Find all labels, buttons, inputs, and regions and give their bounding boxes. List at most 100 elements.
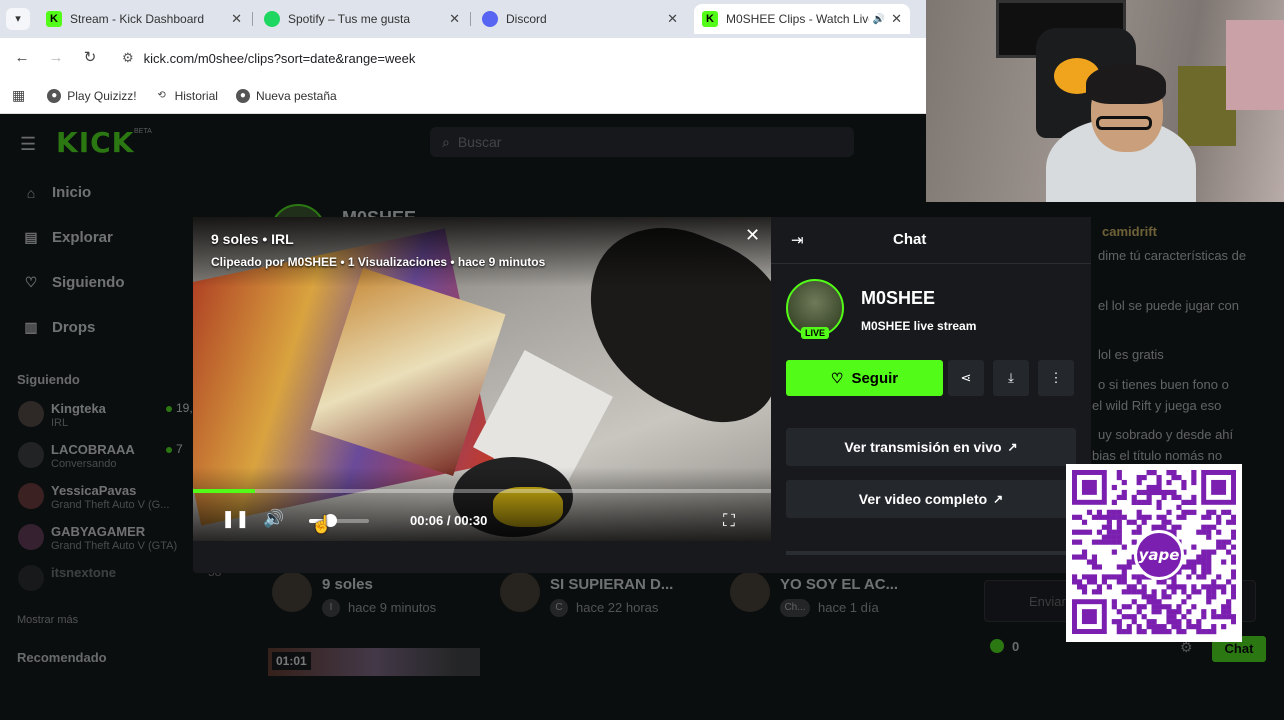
watch-full-label: Ver video completo bbox=[858, 491, 988, 507]
clip-title: 9 soles • IRL bbox=[211, 231, 294, 247]
clip-card[interactable]: 9 soles I hace 9 minutos bbox=[272, 566, 492, 626]
clip-thumbnail[interactable]: 01:01 bbox=[268, 648, 480, 676]
avatar bbox=[730, 572, 770, 612]
menu-icon[interactable]: ☰ bbox=[20, 134, 36, 155]
address-bar[interactable]: ⚙ kick.com/m0shee/clips?sort=date&range=… bbox=[112, 43, 922, 73]
tab-title: Stream - Kick Dashboard bbox=[70, 12, 205, 26]
screen: ▾ Stream - Kick Dashboard ✕ Spotify – Tu… bbox=[0, 0, 1284, 720]
apps-grid-icon[interactable]: ▦ bbox=[12, 87, 25, 104]
channel-name: itsnextone bbox=[51, 565, 117, 580]
clip-card[interactable]: YO SOY EL AC... Ch... hace 1 día bbox=[730, 566, 950, 626]
clip-category-badge: I bbox=[322, 599, 340, 617]
live-dot bbox=[166, 406, 172, 412]
share-icon: ⋖ bbox=[960, 370, 972, 385]
channel-category: IRL bbox=[51, 417, 69, 429]
viewer-count: 19, bbox=[176, 401, 193, 415]
external-link-icon: ↗ bbox=[1007, 440, 1018, 454]
channel-name: LACOBRAAA bbox=[51, 442, 135, 457]
video-progress-bar[interactable] bbox=[193, 489, 771, 493]
browser-tab-m0shee-clips[interactable]: M0SHEE Clips - Watch Live 🔊 ✕ bbox=[694, 4, 910, 34]
webcam-frame bbox=[1096, 116, 1152, 130]
share-button[interactable]: ⋖ bbox=[948, 360, 984, 396]
tab-search-chevron-icon[interactable]: ▾ bbox=[6, 8, 30, 30]
watch-live-button[interactable]: Ver transmisión en vivo ↗ bbox=[786, 428, 1076, 466]
video-progress-fill bbox=[193, 489, 255, 493]
sidebar-item-inicio[interactable]: ⌂ Inicio bbox=[22, 184, 91, 201]
sidebar-item-drops[interactable]: ▥ Drops bbox=[22, 319, 95, 336]
live-badge: LIVE bbox=[801, 327, 830, 339]
forward-arrow-icon[interactable]: → bbox=[46, 48, 66, 68]
tab-close-icon[interactable]: ✕ bbox=[667, 11, 678, 27]
clip-card[interactable]: SI SUPIERAN D... C hace 22 horas bbox=[500, 566, 720, 626]
fullscreen-icon[interactable]: ⛶ bbox=[723, 511, 735, 531]
channel-category: Grand Theft Auto V (GTA) bbox=[51, 540, 178, 552]
tab-close-icon[interactable]: ✕ bbox=[449, 11, 460, 27]
more-vertical-icon: ⋮ bbox=[1049, 370, 1063, 385]
tab-close-icon[interactable]: ✕ bbox=[231, 11, 242, 27]
bookmark-play-quizizz[interactable]: ● Play Quizizz! bbox=[47, 88, 137, 103]
avatar bbox=[18, 565, 44, 591]
sidebar-item-explorar[interactable]: ▤ Explorar bbox=[22, 229, 112, 246]
clip-title: SI SUPIERAN D... bbox=[550, 576, 674, 593]
site-settings-icon[interactable]: ⚙ bbox=[122, 50, 134, 66]
kick-icon bbox=[46, 11, 62, 27]
speaker-icon[interactable]: 🔊 bbox=[873, 14, 885, 25]
channel-name: YessicaPavas bbox=[51, 483, 137, 498]
show-more-link[interactable]: Mostrar más bbox=[17, 614, 78, 626]
clip-time: hace 9 minutos bbox=[348, 600, 437, 615]
avatar bbox=[272, 572, 312, 612]
kick-points-icon[interactable] bbox=[990, 639, 1004, 653]
pause-icon[interactable]: ❚❚ bbox=[221, 509, 250, 529]
avatar bbox=[18, 442, 44, 468]
divider bbox=[771, 263, 1091, 264]
external-link-icon: ↗ bbox=[993, 492, 1004, 506]
kick-top-bar: ☰ KICK BETA ⌕ Buscar bbox=[0, 114, 926, 170]
bookmark-label: Historial bbox=[174, 88, 218, 103]
panel-bottom-bar bbox=[786, 551, 1076, 555]
search-input[interactable]: ⌕ Buscar bbox=[430, 127, 854, 157]
yape-qr-code: yape bbox=[1066, 464, 1242, 642]
search-placeholder: Buscar bbox=[457, 134, 502, 150]
clip-category-badge: C bbox=[550, 599, 568, 617]
download-button[interactable]: ⤓ bbox=[993, 360, 1029, 396]
back-arrow-icon[interactable]: ← bbox=[12, 48, 32, 68]
discord-icon bbox=[482, 11, 498, 27]
tab-title: Discord bbox=[506, 12, 547, 26]
sidebar-item-label: Inicio bbox=[52, 184, 92, 201]
kick-icon bbox=[702, 11, 718, 27]
bookmark-historial[interactable]: ⟲ Historial bbox=[155, 89, 218, 103]
reload-icon[interactable]: ↻ bbox=[80, 48, 100, 68]
follow-button[interactable]: ♡ Seguir bbox=[786, 360, 943, 396]
channel-name[interactable]: M0SHEE bbox=[861, 288, 935, 309]
more-options-button[interactable]: ⋮ bbox=[1038, 360, 1074, 396]
sidebar-item-siguiendo[interactable]: ♡ Siguiendo bbox=[22, 274, 125, 291]
bookmark-label: Nueva pestaña bbox=[255, 88, 337, 103]
mouse-cursor-icon: ☝ bbox=[311, 515, 333, 534]
browser-tab-bar: ▾ Stream - Kick Dashboard ✕ Spotify – Tu… bbox=[0, 0, 926, 38]
viewer-count: 7 bbox=[176, 442, 183, 456]
avatar bbox=[18, 524, 44, 550]
chat-username[interactable]: camidrift bbox=[1102, 224, 1157, 239]
browser-tab-discord[interactable]: Discord ✕ bbox=[474, 4, 686, 34]
collapse-panel-icon[interactable]: ⇥ bbox=[791, 231, 804, 249]
heart-icon: ♡ bbox=[830, 369, 844, 386]
address-url: kick.com/m0shee/clips?sort=date&range=we… bbox=[143, 50, 416, 66]
watch-full-video-button[interactable]: Ver video completo ↗ bbox=[786, 480, 1076, 518]
search-icon: ⌕ bbox=[442, 133, 450, 150]
browser-tab-kick-dashboard[interactable]: Stream - Kick Dashboard ✕ bbox=[38, 4, 250, 34]
avatar bbox=[500, 572, 540, 612]
recommended-heading: Recomendado bbox=[17, 650, 107, 665]
kick-logo[interactable]: KICK bbox=[56, 126, 134, 159]
browser-tab-spotify[interactable]: Spotify – Tus me gusta ✕ bbox=[256, 4, 468, 34]
chat-message: el wild Rift y juega eso bbox=[1092, 398, 1222, 413]
kick-points-count: 0 bbox=[1012, 639, 1020, 654]
bookmark-nueva-pestana[interactable]: ● Nueva pestaña bbox=[235, 88, 337, 103]
tab-title: Spotify – Tus me gusta bbox=[288, 12, 411, 26]
avatar bbox=[18, 401, 44, 427]
tab-close-icon[interactable]: ✕ bbox=[891, 11, 902, 27]
yape-logo: yape bbox=[1134, 530, 1184, 580]
clip-video-player[interactable]: 9 soles • IRL Clipeado por M0SHEE • 1 Vi… bbox=[193, 217, 771, 541]
close-icon[interactable]: ✕ bbox=[745, 225, 760, 246]
video-gradient bbox=[193, 217, 771, 287]
volume-icon[interactable]: 🔊 bbox=[263, 509, 284, 529]
